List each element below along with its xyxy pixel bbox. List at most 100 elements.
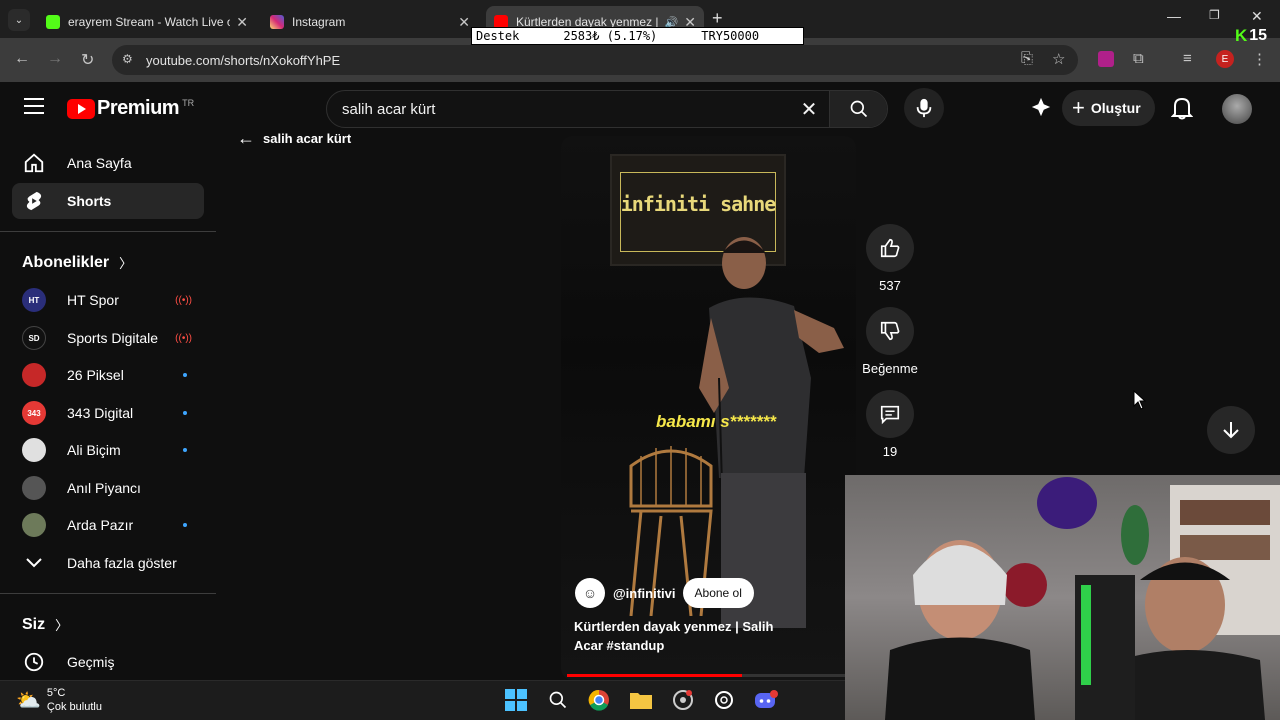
tab-title: erayrem Stream - Watch Live o	[68, 15, 231, 29]
new-tab-button[interactable]: +	[712, 8, 723, 29]
reload-button[interactable]: ↻	[81, 50, 94, 70]
subscribe-button[interactable]: Abone ol	[682, 578, 754, 608]
webcam-scene	[885, 477, 1280, 720]
bookmark-star-icon[interactable]: ☆	[1052, 50, 1065, 68]
tab-close-icon[interactable]: ✕	[236, 14, 248, 31]
next-video-button[interactable]	[1207, 406, 1255, 454]
video-title[interactable]: Kürtlerden dayak yenmez | Salih Acar #st…	[574, 617, 804, 655]
you-header[interactable]: Siz 〉	[22, 615, 68, 634]
sidebar-item-channel[interactable]: 343 343 Digital	[12, 395, 204, 431]
sidebar-item-channel[interactable]: Arda Pazır	[12, 507, 204, 543]
tab-title: Instagram	[292, 15, 346, 29]
search-button[interactable]	[829, 91, 887, 127]
sidebar-item-channel[interactable]: SD Sports Digitale ((•))	[12, 320, 204, 356]
plus-icon: +	[1072, 95, 1085, 120]
create-button[interactable]: + Oluştur	[1062, 90, 1155, 126]
site-info-icon[interactable]: ⚙	[122, 52, 133, 66]
weather-widget[interactable]: ⛅ 5°C Çok bulutlu	[16, 686, 102, 714]
chevron-right-icon: 〉	[55, 618, 69, 633]
weather-condition: Çok bulutlu	[46, 701, 102, 713]
tab-kick[interactable]: erayrem Stream - Watch Live o ✕	[38, 6, 256, 38]
sidebar-item-channel[interactable]: Anıl Piyancı	[12, 470, 204, 506]
home-icon	[22, 151, 46, 175]
sidebar-item-label: Ana Sayfa	[67, 155, 132, 171]
ticker-label: Destek	[476, 29, 520, 43]
search-input[interactable]	[327, 91, 789, 127]
channel-name: Sports Digitale	[67, 330, 159, 346]
thumbs-down-icon	[866, 307, 914, 355]
new-content-dot	[183, 448, 187, 452]
new-content-dot	[183, 523, 187, 527]
install-app-icon[interactable]: ⎘	[1021, 50, 1033, 67]
temperature: 5°C	[46, 687, 66, 699]
address-bar[interactable]: youtube.com/shorts/nXokoffYhPE	[112, 45, 1078, 75]
windows-start-icon[interactable]	[504, 688, 528, 712]
live-indicator-icon: ((•))	[175, 294, 192, 306]
subscriptions-header[interactable]: Abonelikler 〉	[22, 253, 132, 272]
create-label: Oluştur	[1090, 100, 1141, 116]
sidebar-item-channel[interactable]: Ali Biçim	[12, 432, 204, 468]
video-progress-fill	[567, 674, 742, 677]
chrome-taskbar-icon[interactable]	[587, 688, 611, 712]
file-explorer-icon[interactable]	[629, 688, 653, 712]
shorts-player[interactable]: infiniti sahne babamı s******* ☺ @infini…	[561, 136, 856, 680]
you-title: Siz	[22, 615, 46, 633]
show-more-button[interactable]: Daha fazla göster	[12, 545, 204, 581]
channel-avatar	[22, 476, 46, 500]
channel-name: Arda Pazır	[67, 517, 134, 533]
discord-icon[interactable]	[754, 688, 778, 712]
video-progress-bar[interactable]	[567, 674, 849, 677]
voice-search-button[interactable]	[904, 88, 944, 128]
channel-avatar: 343	[22, 401, 46, 425]
sidebar-item-history[interactable]: Geçmiş	[12, 644, 204, 680]
extensions-puzzle-icon[interactable]: ⧉	[1133, 50, 1144, 67]
kick-favicon-icon	[46, 15, 60, 29]
comment-count: 19	[882, 444, 898, 459]
chatgpt-icon[interactable]	[712, 688, 736, 712]
notifications-bell-icon[interactable]	[1170, 96, 1194, 125]
channel-name: Anıl Piyancı	[67, 480, 141, 496]
channel-name: HT Spor	[67, 292, 119, 308]
mouse-cursor-icon	[1133, 390, 1147, 410]
profile-avatar[interactable]: E	[1216, 50, 1234, 68]
sidebar-item-channel[interactable]: 26 Piksel	[12, 357, 204, 393]
chrome-menu-icon[interactable]: ⋮	[1252, 50, 1267, 68]
channel-avatar	[22, 513, 46, 537]
comments-button[interactable]: 19	[862, 390, 918, 459]
channel-avatar[interactable]: ☺	[575, 578, 605, 608]
live-indicator-icon: ((•))	[175, 332, 192, 344]
extension-icon[interactable]	[1098, 51, 1114, 67]
restore-button[interactable]: ❐	[1209, 8, 1220, 22]
ticker-goal: TRY50000	[701, 29, 760, 43]
sidebar-item-shorts[interactable]: Shorts	[12, 183, 204, 219]
like-button[interactable]: 537	[862, 224, 918, 293]
tab-search-button[interactable]: ⌄	[8, 9, 30, 31]
channel-name: 343 Digital	[67, 405, 134, 421]
sidebar-divider	[0, 593, 216, 594]
new-content-dot	[183, 411, 187, 415]
forward-button[interactable]: →	[47, 50, 63, 68]
streaming-app-icon[interactable]	[671, 688, 695, 712]
tab-instagram[interactable]: Instagram ✕	[262, 6, 478, 38]
sidebar-item-channel[interactable]: HT HT Spor ((•))	[12, 282, 204, 318]
kick-logo-icon: K	[1235, 26, 1248, 45]
dislike-button[interactable]: Beğenme	[862, 307, 918, 376]
subscriptions-title: Abonelikler	[22, 253, 110, 271]
back-label: salih acar kürt	[263, 131, 352, 146]
back-to-search-link[interactable]: ← salih acar kürt	[237, 128, 351, 149]
close-window-button[interactable]: ✕	[1251, 8, 1263, 25]
clear-search-icon[interactable]: ✕	[789, 97, 829, 122]
comment-icon	[866, 390, 914, 438]
minimize-button[interactable]: —	[1167, 8, 1181, 24]
account-avatar[interactable]	[1222, 94, 1252, 124]
back-button[interactable]: ←	[14, 50, 30, 68]
guide-menu-icon[interactable]	[24, 98, 44, 119]
ticker-value: 2583₺ (5.17%)	[563, 29, 658, 43]
sidebar-item-home[interactable]: Ana Sayfa	[12, 145, 204, 181]
media-controls-icon[interactable]: ≡	[1183, 50, 1192, 67]
tab-close-icon[interactable]: ✕	[458, 14, 470, 31]
premium-sparkle-icon[interactable]	[1030, 96, 1052, 123]
youtube-logo[interactable]: Premium TR	[67, 97, 194, 120]
channel-handle[interactable]: @infinitivi	[613, 586, 676, 601]
taskbar-search-icon[interactable]	[546, 688, 570, 712]
